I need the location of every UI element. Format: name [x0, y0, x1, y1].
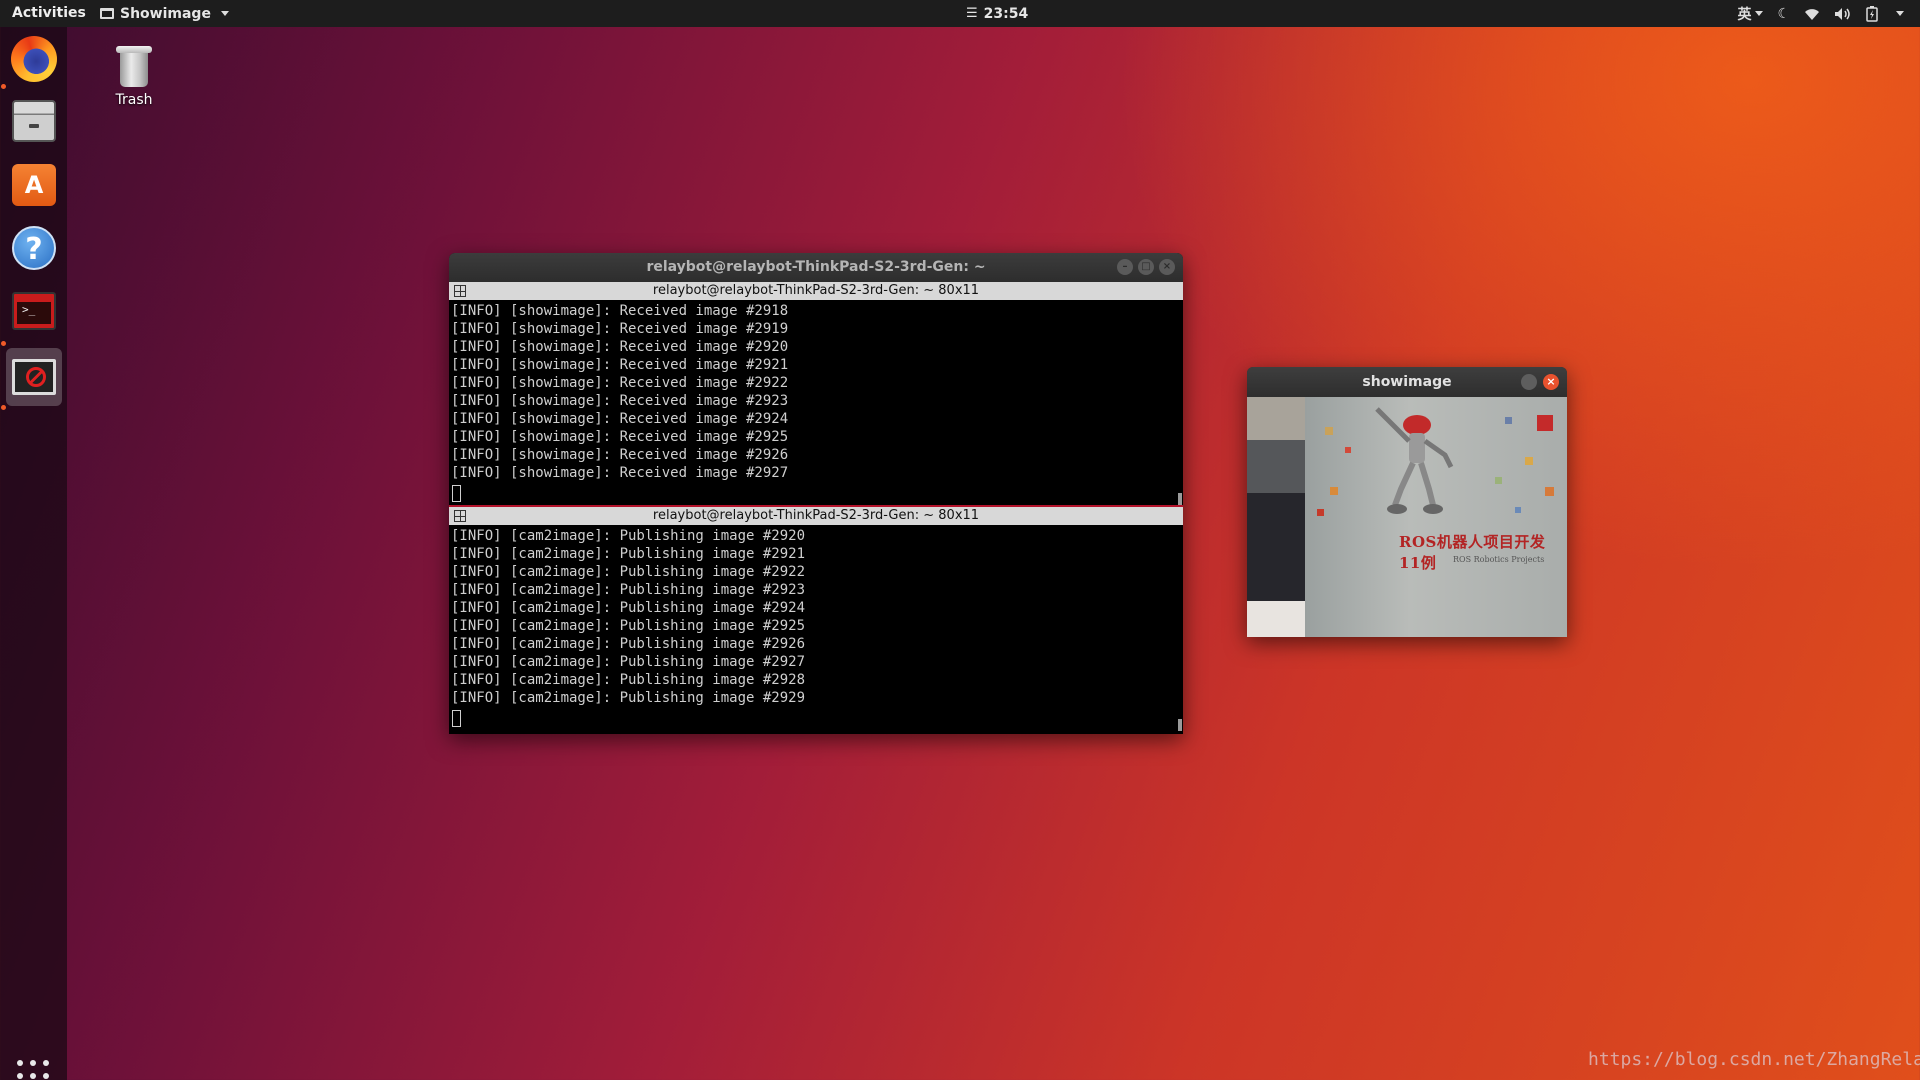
terminal-line: [INFO] [showimage]: Received image #2926 — [451, 447, 789, 463]
battery-icon[interactable] — [1866, 5, 1878, 22]
watermark: https://blog.csdn.net/ZhangRelay — [1588, 1049, 1920, 1070]
dock-item-help[interactable]: ? — [6, 219, 62, 277]
software-icon: A — [12, 164, 56, 206]
terminal-output: [INFO] [showimage]: Received image #2918… — [451, 302, 788, 482]
pane-header-cam2image[interactable]: relaybot@relaybot-ThinkPad-S2-3rd-Gen: ~… — [449, 507, 1183, 525]
split-grid-icon[interactable] — [454, 510, 466, 522]
terminal-output: [INFO] [cam2image]: Publishing image #29… — [451, 527, 805, 707]
robot-illustration — [1317, 407, 1554, 516]
close-button[interactable]: × — [1543, 374, 1559, 390]
terminal-line: [INFO] [cam2image]: Publishing image #29… — [451, 690, 806, 706]
terminal-line: [INFO] [cam2image]: Publishing image #29… — [451, 636, 806, 652]
system-menu-chevron-icon[interactable] — [1896, 11, 1904, 16]
clock[interactable]: ☰ 23:54 — [966, 0, 1028, 27]
terminal-cursor — [452, 485, 461, 502]
split-grid-icon[interactable] — [454, 285, 466, 297]
showimage-icon — [12, 359, 56, 395]
close-button[interactable]: × — [1159, 259, 1175, 275]
notifications-icon: ☰ — [966, 6, 978, 21]
system-tray[interactable]: 英 ☾ — [1737, 0, 1904, 27]
volume-icon[interactable] — [1834, 7, 1852, 21]
camera-frame: ROS机器人项目开发11例 ROS Robotics Projects — [1247, 397, 1567, 637]
terminal-line: [INFO] [cam2image]: Publishing image #29… — [451, 618, 806, 634]
window-icon — [100, 8, 114, 19]
dock-item-terminal[interactable] — [6, 282, 62, 340]
terminal-line: [INFO] [showimage]: Received image #2927 — [451, 465, 789, 481]
book-title: ROS机器人项目开发11例 — [1399, 533, 1546, 572]
book-subtitle: ROS Robotics Projects — [1453, 555, 1545, 564]
terminal-cursor — [452, 710, 461, 727]
terminal-line: [INFO] [cam2image]: Publishing image #29… — [451, 564, 806, 580]
wifi-icon[interactable] — [1804, 7, 1820, 21]
showimage-titlebar[interactable]: showimage × — [1247, 367, 1567, 397]
minimize-button[interactable]: – — [1117, 259, 1133, 275]
app-menu-label: Showimage — [120, 5, 211, 22]
chevron-down-icon — [1755, 11, 1764, 16]
dock-item-software[interactable]: A — [6, 156, 62, 214]
terminal-line: [INFO] [showimage]: Received image #2925 — [451, 429, 789, 445]
terminal-line: [INFO] [showimage]: Received image #2921 — [451, 357, 789, 373]
scrollbar[interactable] — [1178, 493, 1182, 505]
show-applications-button[interactable] — [17, 1060, 49, 1080]
trash-label: Trash — [115, 92, 153, 108]
terminal-title: relaybot@relaybot-ThinkPad-S2-3rd-Gen: ~ — [646, 259, 986, 275]
terminal-line: [INFO] [showimage]: Received image #2920 — [451, 339, 789, 355]
scrollbar[interactable] — [1178, 719, 1182, 731]
terminal-line: [INFO] [showimage]: Received image #2924 — [451, 411, 789, 427]
running-indicator — [1, 341, 6, 346]
app-menu[interactable]: Showimage — [100, 0, 229, 27]
night-light-icon[interactable]: ☾ — [1777, 6, 1790, 22]
activities-button[interactable]: Activities — [12, 0, 86, 27]
terminal-icon — [12, 292, 56, 330]
showimage-title: showimage — [1362, 374, 1452, 390]
firefox-icon — [11, 36, 57, 82]
terminal-line: [INFO] [showimage]: Received image #2918 — [451, 303, 789, 319]
dock-item-showimage[interactable] — [6, 348, 62, 406]
running-indicator — [1, 84, 6, 89]
chevron-down-icon — [220, 11, 229, 16]
terminal-pane-showimage[interactable]: [INFO] [showimage]: Received image #2918… — [449, 300, 1183, 505]
maximize-button[interactable]: □ — [1138, 259, 1154, 275]
input-method-indicator[interactable]: 英 — [1737, 4, 1764, 24]
terminal-line: [INFO] [cam2image]: Publishing image #29… — [451, 672, 806, 688]
dock: A ? — [0, 27, 67, 1080]
book-cover: ROS机器人项目开发11例 ROS Robotics Projects — [1305, 397, 1567, 637]
terminal-line: [INFO] [cam2image]: Publishing image #29… — [451, 582, 806, 598]
desktop-trash[interactable]: Trash — [104, 44, 164, 108]
clock-time: 23:54 — [983, 5, 1029, 22]
terminal-window[interactable]: relaybot@relaybot-ThinkPad-S2-3rd-Gen: ~… — [449, 253, 1183, 734]
terminal-line: [INFO] [showimage]: Received image #2923 — [451, 393, 789, 409]
terminal-pane-cam2image[interactable]: [INFO] [cam2image]: Publishing image #29… — [449, 525, 1183, 734]
terminal-titlebar[interactable]: relaybot@relaybot-ThinkPad-S2-3rd-Gen: ~… — [449, 253, 1183, 282]
files-icon — [12, 100, 56, 142]
pane-header-showimage[interactable]: relaybot@relaybot-ThinkPad-S2-3rd-Gen: ~… — [449, 282, 1183, 300]
minimize-button[interactable] — [1521, 374, 1537, 390]
terminal-line: [INFO] [showimage]: Received image #2919 — [451, 321, 789, 337]
trash-icon — [116, 44, 152, 88]
running-indicator — [1, 405, 6, 410]
help-icon: ? — [12, 226, 56, 270]
dock-item-firefox[interactable] — [6, 30, 62, 88]
terminal-line: [INFO] [cam2image]: Publishing image #29… — [451, 600, 806, 616]
terminal-line: [INFO] [showimage]: Received image #2922 — [451, 375, 789, 391]
top-bar: Activities Showimage ☰ 23:54 英 ☾ — [0, 0, 1920, 27]
showimage-window[interactable]: showimage × ROS机器人项目开发11例 ROS Robotics P… — [1247, 367, 1567, 637]
camera-background — [1247, 397, 1305, 637]
terminal-line: [INFO] [cam2image]: Publishing image #29… — [451, 528, 806, 544]
dock-item-files[interactable] — [6, 92, 62, 150]
terminal-line: [INFO] [cam2image]: Publishing image #29… — [451, 546, 806, 562]
terminal-line: [INFO] [cam2image]: Publishing image #29… — [451, 654, 806, 670]
